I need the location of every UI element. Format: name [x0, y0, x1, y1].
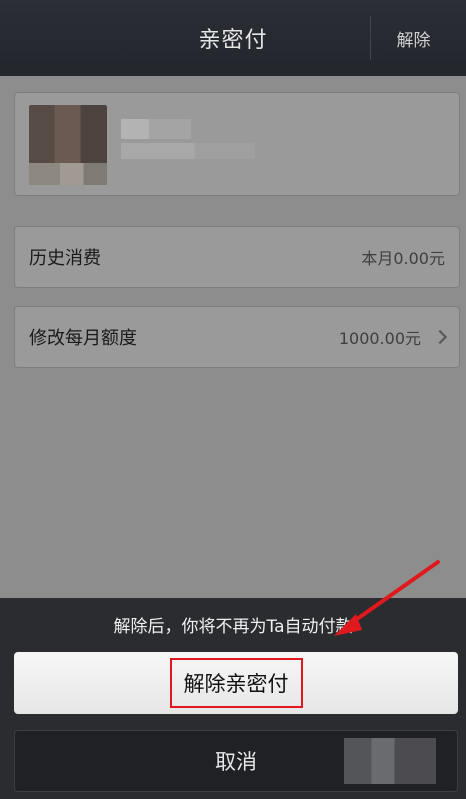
sheet-notice: 解除后，你将不再为Ta自动付款	[113, 617, 353, 637]
remove-button[interactable]: 解除	[370, 16, 456, 60]
history-label: 历史消费	[29, 248, 101, 269]
page-title: 亲密付	[198, 28, 268, 53]
action-sheet: 解除后，你将不再为Ta自动付款 解除亲密付 取消	[0, 598, 466, 799]
history-value: 本月0.00元	[361, 249, 445, 268]
title-bar: 亲密付 解除	[0, 0, 466, 76]
chevron-right-icon	[432, 329, 448, 345]
limit-value: 1000.00元	[338, 329, 421, 348]
limit-label: 修改每月额度	[29, 328, 137, 349]
history-spending-row[interactable]: 历史消费 本月0.00元	[14, 226, 460, 288]
watermark	[344, 738, 436, 784]
avatar	[29, 105, 107, 185]
blurred-name	[121, 119, 191, 139]
confirm-remove-label: 解除亲密付	[169, 658, 303, 708]
blurred-account	[121, 143, 255, 159]
confirm-remove-button[interactable]: 解除亲密付	[14, 652, 458, 714]
profile-card	[14, 92, 460, 196]
monthly-limit-row[interactable]: 修改每月额度 1000.00元	[14, 306, 460, 368]
